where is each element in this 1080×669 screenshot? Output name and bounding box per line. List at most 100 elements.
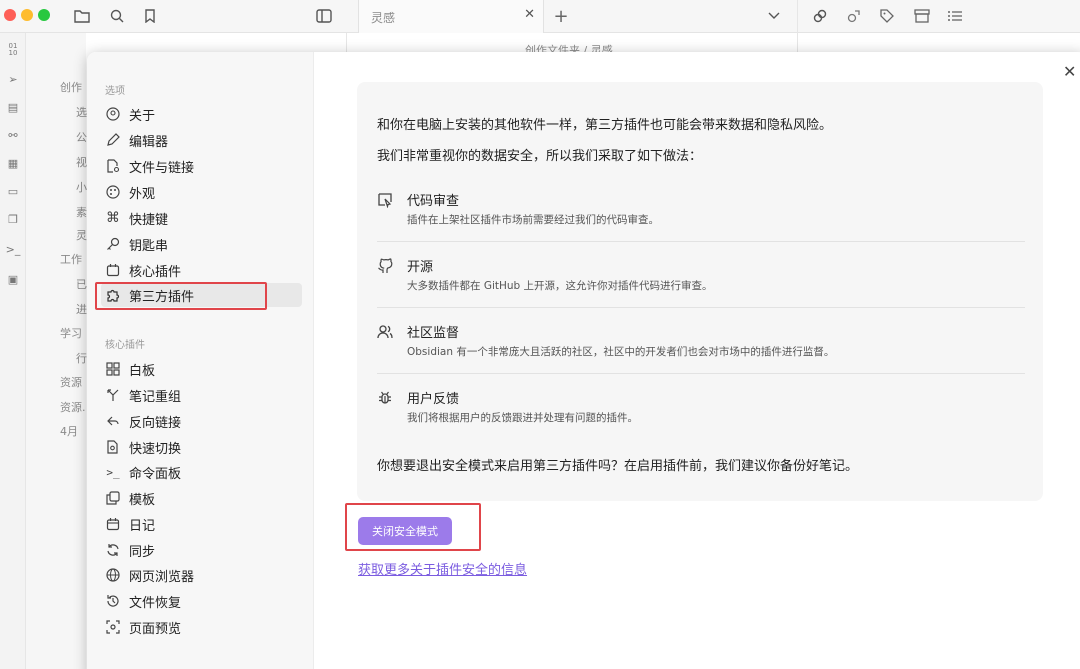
sidebar-item-canvas[interactable]: 白板 [101, 357, 302, 381]
file-item[interactable]: 小 [76, 179, 87, 195]
feature-title: 社区监督 [407, 326, 460, 341]
sidebar-item-editor[interactable]: 编辑器 [101, 128, 302, 152]
sidebar-item-files-links[interactable]: 文件与链接 [101, 154, 302, 178]
sidebar-item-keychain[interactable]: 钥匙串 [101, 232, 302, 256]
file-explorer: 创作 选 公 视 小 素 灵 工作 已 进 学习 行 资源 资源. 4月 [26, 33, 87, 669]
list-icon[interactable] [945, 6, 965, 26]
file-item[interactable]: 4月 [60, 423, 78, 439]
tag-icon[interactable] [877, 6, 897, 26]
file-item[interactable]: 公 [76, 129, 87, 145]
sidebar-item-core-plugins[interactable]: 核心插件 [101, 258, 302, 282]
preview-icon [105, 619, 121, 635]
sidebar-item-label: 钥匙串 [129, 238, 169, 254]
tab-title: 灵感 [371, 11, 396, 25]
tab-close-icon[interactable]: ✕ [524, 7, 535, 22]
sidebar-item-label: 快捷键 [129, 212, 169, 228]
file-item[interactable]: 素 [76, 204, 87, 220]
graph-icon[interactable]: ⚯ [3, 129, 23, 147]
sidebar-toggle-icon[interactable] [314, 6, 334, 26]
sync-icon [105, 542, 121, 558]
file-link-icon [105, 158, 121, 174]
sidebar-item-label: 关于 [129, 108, 156, 124]
folder-icon[interactable] [72, 6, 92, 26]
feature-desc: Obsidian 有一个非常庞大且活跃的社区，社区中的开发者们也会对市场中的插件… [407, 346, 835, 358]
chevron-down-icon[interactable] [764, 6, 784, 26]
file-search-icon [105, 439, 121, 455]
history-icon [105, 593, 121, 609]
sidebar-item-hotkeys[interactable]: ⌘ 快捷键 [101, 206, 302, 230]
file-item[interactable]: 行 [76, 350, 87, 366]
outgoing-link-icon[interactable] [844, 6, 864, 26]
binary-icon[interactable]: 01 10 [3, 43, 23, 61]
file-item[interactable]: 资源. [60, 399, 86, 415]
bug-icon [377, 390, 393, 406]
sidebar-item-note-composer[interactable]: 笔记重组 [101, 383, 302, 407]
users-icon [377, 324, 393, 340]
copy-icon[interactable]: ❐ [3, 213, 23, 231]
sidebar-item-quick-switcher[interactable]: 快速切换 [101, 435, 302, 459]
sidebar-item-command-palette[interactable]: >_ 命令面板 [101, 460, 302, 484]
bookmark-icon[interactable] [140, 6, 160, 26]
core-plugins-heading: 核心插件 [105, 340, 145, 351]
feature-desc: 我们将根据用户的反馈跟进并处理有问题的插件。 [407, 412, 638, 424]
highlight-box-safe-mode-button [345, 503, 481, 551]
options-heading: 选项 [105, 86, 125, 97]
grid-icon[interactable]: ▦ [3, 157, 23, 175]
separator [377, 373, 1025, 374]
sidebar-item-about[interactable]: 关于 [101, 102, 302, 126]
safe-mode-info-panel: 和你在电脑上安装的其他软件一样，第三方插件也可能会带来数据和隐私风险。 我们非常… [357, 82, 1043, 501]
settings-sidebar: 选项 关于 编辑器 文件与链接 外观 ⌘ 快捷键 钥匙串 核心插件 第三方插件 … [87, 52, 314, 669]
feature-desc: 插件在上架社区插件市场前需要经过我们的代码审查。 [407, 214, 659, 226]
send-icon[interactable]: ➢ [3, 73, 23, 91]
sidebar-item-file-recovery[interactable]: 文件恢复 [101, 589, 302, 613]
plugin-security-info-link[interactable]: 获取更多关于插件安全的信息 [358, 559, 527, 578]
file-item[interactable]: 选 [76, 104, 87, 120]
sidebar-item-templates[interactable]: 模板 [101, 486, 302, 510]
file-item[interactable]: 视 [76, 154, 87, 170]
folder-item[interactable]: 资源 [60, 374, 82, 390]
left-ribbon: 01 10 ➢ ▤ ⚯ ▦ ▭ ❐ >_ ▣ [0, 33, 26, 669]
globe-icon [105, 567, 121, 583]
new-tab-icon[interactable]: + [551, 6, 571, 27]
intro-line-2: 我们非常重视你的数据安全，所以我们采取了如下做法： [377, 149, 703, 164]
calendar-icon[interactable]: ▭ [3, 185, 23, 203]
file-item[interactable]: 已 [76, 276, 87, 292]
search-icon[interactable] [107, 6, 127, 26]
feature-title: 开源 [407, 260, 434, 275]
folder-item[interactable]: 创作 [60, 79, 82, 95]
feature-title: 代码审查 [407, 194, 460, 209]
sidebar-item-appearance[interactable]: 外观 [101, 180, 302, 204]
archive-icon[interactable] [912, 6, 932, 26]
terminal-icon[interactable]: >_ [3, 243, 23, 261]
github-icon [377, 258, 393, 274]
folder-item[interactable]: 工作 [60, 251, 82, 267]
file-item[interactable]: 进 [76, 301, 87, 317]
sidebar-item-label: 日记 [129, 518, 156, 534]
file-search-icon[interactable]: ▤ [3, 101, 23, 119]
sidebar-item-label: 文件与链接 [129, 160, 195, 176]
layout-icon[interactable]: ▣ [3, 273, 23, 291]
close-icon[interactable]: ✕ [1063, 62, 1076, 81]
editor-tab[interactable]: 灵感 ✕ [358, 0, 544, 33]
minimize-window-button[interactable] [21, 9, 33, 21]
file-item[interactable]: 灵 [76, 227, 87, 243]
sidebar-item-label: 编辑器 [129, 134, 169, 150]
sidebar-item-label: 快速切换 [129, 441, 182, 457]
code-review-icon [377, 192, 393, 209]
sidebar-item-label: 外观 [129, 186, 156, 202]
zoom-window-button[interactable] [38, 9, 50, 21]
sidebar-item-label: 页面预览 [129, 621, 182, 637]
grid-icon [105, 361, 121, 377]
separator [377, 307, 1025, 308]
backlink-icon [105, 413, 121, 429]
sidebar-item-page-preview[interactable]: 页面预览 [101, 615, 302, 639]
sidebar-item-web-viewer[interactable]: 网页浏览器 [101, 563, 302, 587]
sidebar-item-backlinks[interactable]: 反向链接 [101, 409, 302, 433]
sidebar-item-label: 命令面板 [129, 466, 182, 482]
link-add-icon[interactable] [810, 6, 830, 26]
close-window-button[interactable] [4, 9, 16, 21]
settings-modal: 选项 关于 编辑器 文件与链接 外观 ⌘ 快捷键 钥匙串 核心插件 第三方插件 … [87, 52, 1080, 669]
sidebar-item-daily-notes[interactable]: 日记 [101, 512, 302, 536]
sidebar-item-sync[interactable]: 同步 [101, 538, 302, 562]
folder-item[interactable]: 学习 [60, 325, 82, 341]
